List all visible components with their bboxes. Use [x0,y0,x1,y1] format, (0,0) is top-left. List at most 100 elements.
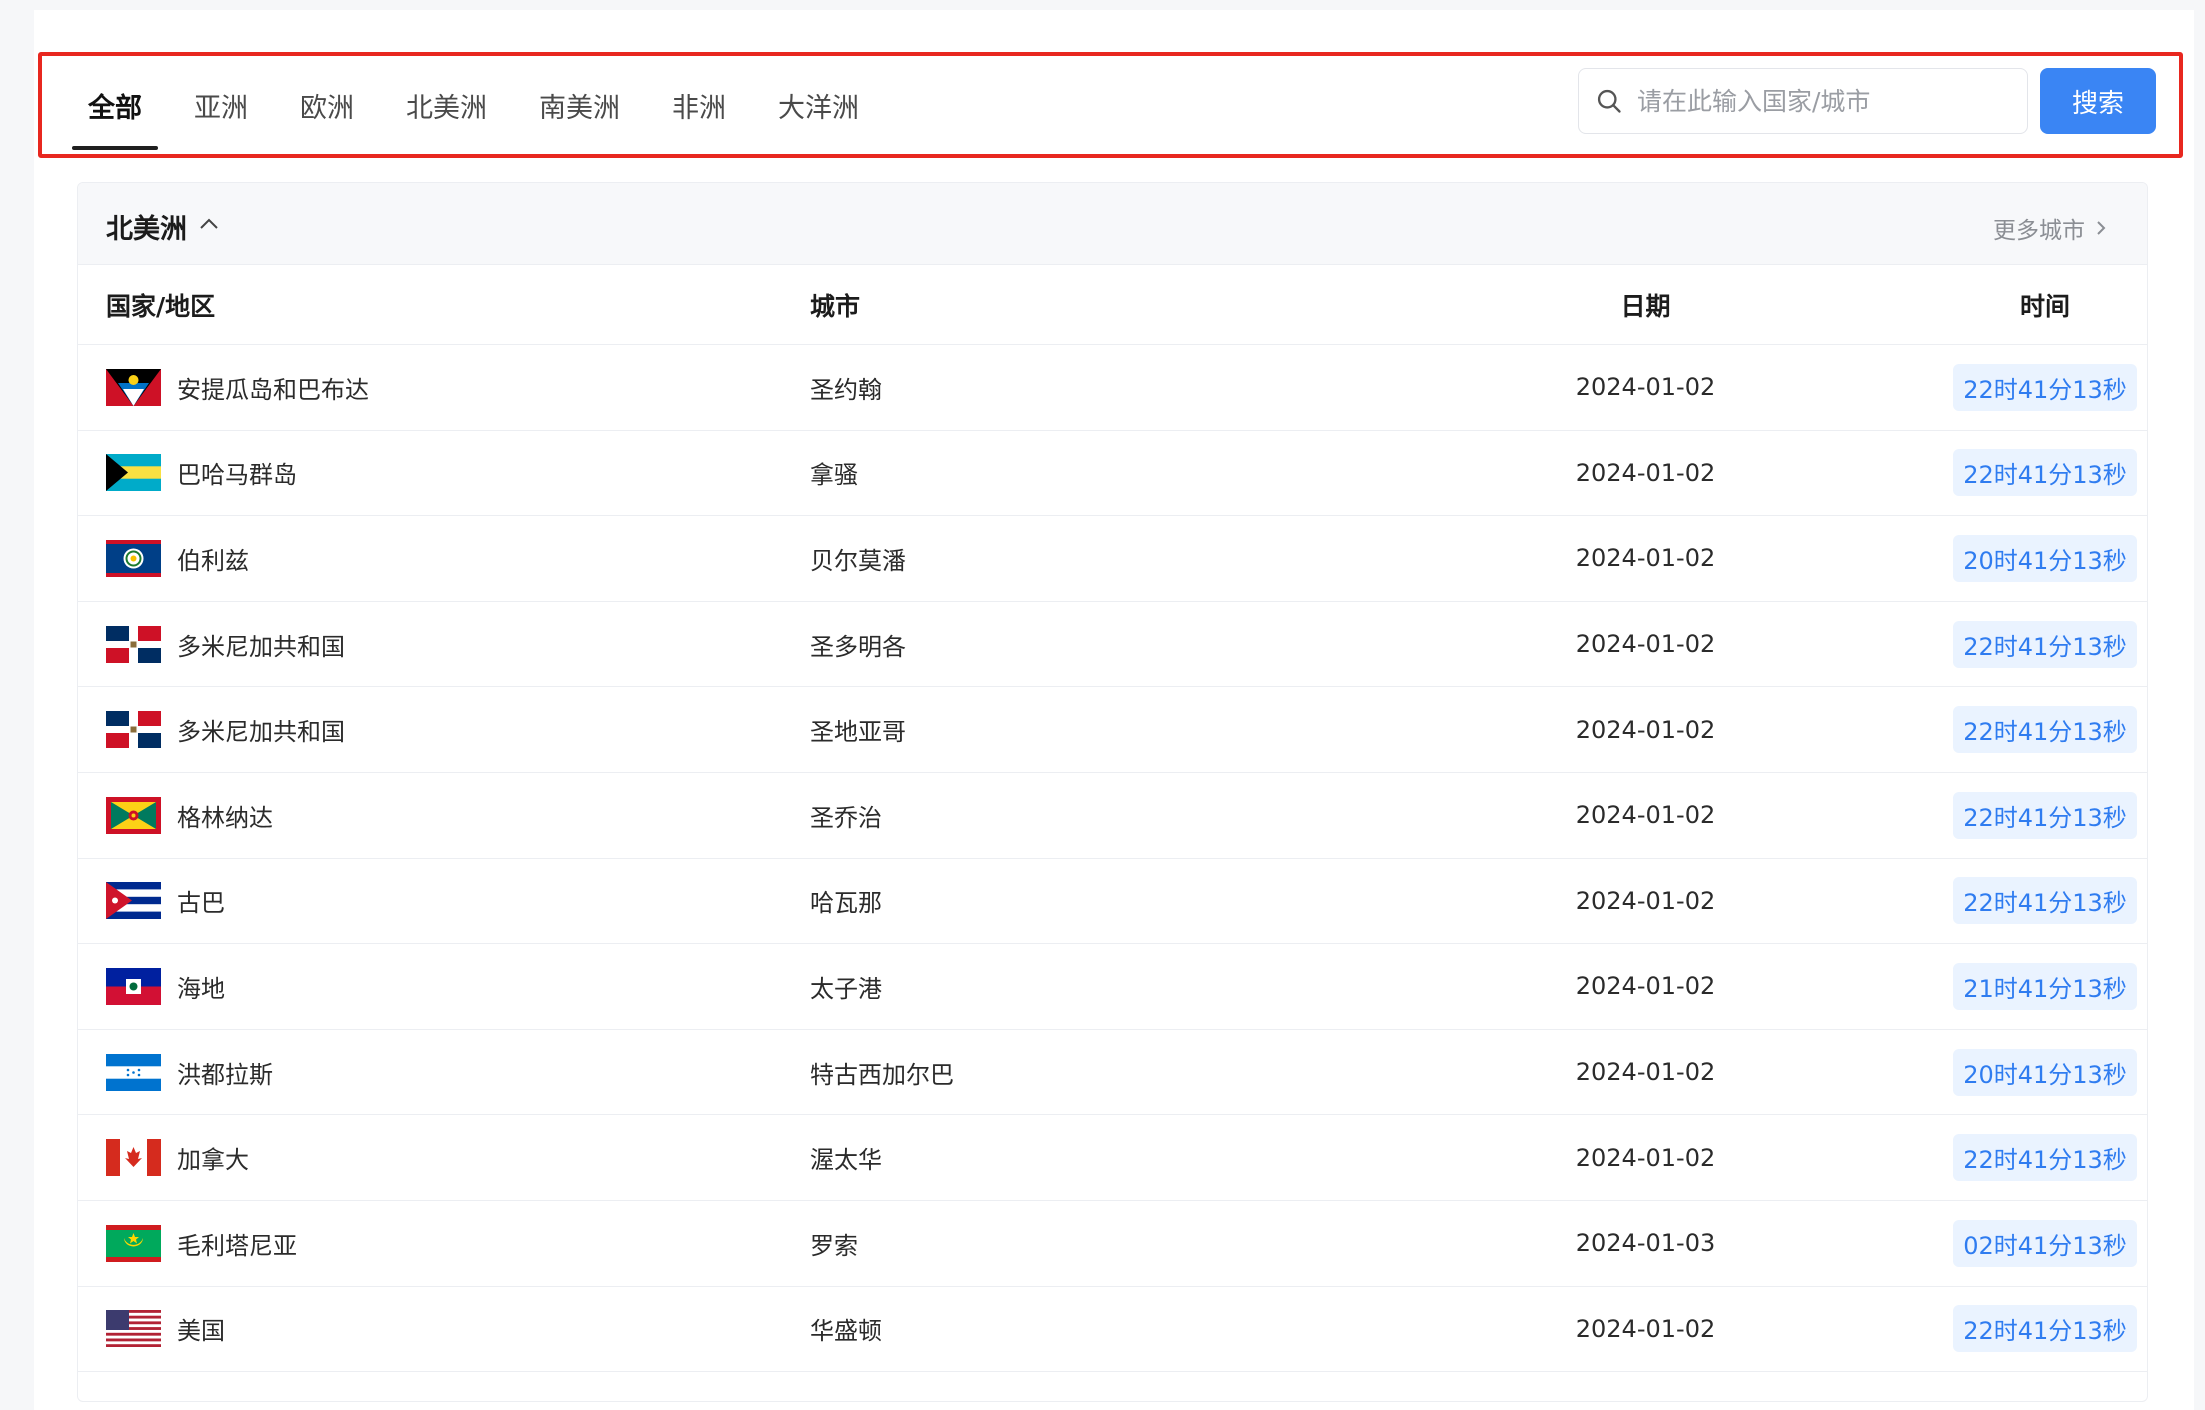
country-cell: 洪都拉斯 [106,1030,273,1115]
table-row[interactable]: 多米尼加共和国 圣多明各 2024-01-02 22时41分13秒 [78,602,2147,688]
tab-6[interactable]: 大洋洲 [778,56,859,154]
more-cities-link[interactable]: 更多城市 [1993,211,2109,245]
time-cell: 20时41分13秒 [1843,516,2147,601]
country-name: 美国 [177,1317,225,1346]
table-row[interactable]: 巴哈马群岛 拿骚 2024-01-02 22时41分13秒 [78,431,2147,517]
city-cell: 圣约翰 [810,375,882,404]
country-cell: 伯利兹 [106,516,249,601]
table-row[interactable]: 古巴 哈瓦那 2024-01-02 22时41分13秒 [78,859,2147,945]
flag-canada-icon [106,1139,161,1177]
time-cell: 22时41分13秒 [1843,1115,2147,1200]
country-name: 多米尼加共和国 [177,632,345,661]
time-cell: 22时41分13秒 [1843,345,2147,430]
header-country: 国家/地区 [106,291,216,321]
city-cell: 特古西加尔巴 [810,1060,954,1089]
tab-3[interactable]: 北美洲 [406,56,487,154]
flag-cuba-icon [106,882,161,920]
city-cell: 罗索 [810,1231,858,1260]
flag-belize-icon [106,539,161,577]
flag-grenada-icon [106,796,161,834]
tab-0[interactable]: 全部 [72,56,158,154]
date-cell: 2024-01-03 [1575,1229,1716,1258]
time-cell: 22时41分13秒 [1843,602,2147,687]
country-cell: 海地 [106,944,225,1029]
time-badge: 22时41分13秒 [1953,877,2137,925]
table-header: 国家/地区 城市 日期 时间 [78,265,2147,345]
tab-5[interactable]: 非洲 [672,56,726,154]
tab-1[interactable]: 亚洲 [194,56,248,154]
more-cities-label: 更多城市 [1993,218,2085,244]
time-cell: 20时41分13秒 [1843,1030,2147,1115]
city-cell: 圣乔治 [810,803,882,832]
country-cell: 安提瓜岛和巴布达 [106,345,369,430]
date-cell: 2024-01-02 [1575,458,1716,487]
chevron-up-icon[interactable] [198,215,220,231]
time-cell: 22时41分13秒 [1843,859,2147,944]
header-city: 城市 [810,291,861,321]
table-row[interactable]: 多米尼加共和国 圣地亚哥 2024-01-02 22时41分13秒 [78,687,2147,773]
flag-bahamas-icon [106,454,161,492]
time-badge: 22时41分13秒 [1953,791,2137,839]
country-cell: 巴哈马群岛 [106,431,297,516]
flag-dominican-icon [106,711,161,749]
table-row[interactable]: 毛利塔尼亚 罗索 2024-01-03 02时41分13秒 [78,1201,2147,1287]
country-cell: 美国 [106,1287,225,1372]
flag-dominican-icon [106,625,161,663]
region-card-header: 北美洲 更多城市 [78,183,2147,265]
search-box[interactable] [1578,68,2028,134]
country-name: 海地 [177,974,225,1003]
header-time: 时间 [2019,291,2070,321]
country-name: 巴哈马群岛 [177,461,297,490]
country-name: 多米尼加共和国 [177,718,345,747]
table-row[interactable]: 加拿大 渥太华 2024-01-02 22时41分13秒 [78,1115,2147,1201]
country-name: 格林纳达 [177,803,273,832]
table-body: 安提瓜岛和巴布达 圣约翰 2024-01-02 22时41分13秒 巴哈马群岛 拿骚 202… [78,345,2147,1373]
time-badge: 22时41分13秒 [1953,706,2137,754]
city-cell: 贝尔莫潘 [810,546,906,575]
search-icon [1597,89,1621,113]
time-cell: 22时41分13秒 [1843,1287,2147,1372]
header-date: 日期 [1620,291,1671,321]
city-cell: 太子港 [810,974,882,1003]
region-title: 北美洲 [106,214,187,245]
flag-mauritania-icon [106,1224,161,1262]
table-row[interactable]: 海地 太子港 2024-01-02 21时41分13秒 [78,944,2147,1030]
country-cell: 古巴 [106,859,225,944]
time-badge: 21时41分13秒 [1953,962,2137,1010]
table-row[interactable]: 美国 华盛顿 2024-01-02 22时41分13秒 [78,1287,2147,1373]
search-input[interactable] [1637,86,2017,116]
table-row[interactable]: 伯利兹 贝尔莫潘 2024-01-02 20时41分13秒 [78,516,2147,602]
flag-haiti-icon [106,967,161,1005]
country-cell: 格林纳达 [106,773,273,858]
country-name: 加拿大 [177,1146,249,1175]
date-cell: 2024-01-02 [1575,1143,1716,1172]
flag-honduras-icon [106,1053,161,1091]
chevron-right-icon [2097,221,2106,235]
tab-2[interactable]: 欧洲 [300,56,354,154]
date-cell: 2024-01-02 [1575,373,1716,402]
time-badge: 22时41分13秒 [1953,363,2137,411]
table-row[interactable]: 格林纳达 圣乔治 2024-01-02 22时41分13秒 [78,773,2147,859]
time-cell: 22时41分13秒 [1843,431,2147,516]
city-cell: 拿骚 [810,461,858,490]
date-cell: 2024-01-02 [1575,630,1716,659]
flag-antigua-icon [106,368,161,406]
date-cell: 2024-01-02 [1575,1314,1716,1343]
time-cell: 21时41分13秒 [1843,944,2147,1029]
time-badge: 20时41分13秒 [1953,534,2137,582]
country-name: 伯利兹 [177,546,249,575]
search-button[interactable]: 搜索 [2040,68,2156,134]
date-cell: 2024-01-02 [1575,715,1716,744]
tab-4[interactable]: 南美洲 [539,56,620,154]
time-cell: 22时41分13秒 [1843,773,2147,858]
country-name: 洪都拉斯 [177,1060,273,1089]
table-row[interactable]: 洪都拉斯 特古西加尔巴 2024-01-02 20时41分13秒 [78,1030,2147,1116]
date-cell: 2024-01-02 [1575,801,1716,830]
time-cell: 22时41分13秒 [1843,687,2147,772]
flag-usa-icon [106,1310,161,1348]
table-row[interactable]: 安提瓜岛和巴布达 圣约翰 2024-01-02 22时41分13秒 [78,345,2147,431]
date-cell: 2024-01-02 [1575,1058,1716,1087]
country-cell: 多米尼加共和国 [106,687,345,772]
time-cell: 02时41分13秒 [1843,1201,2147,1286]
city-cell: 圣地亚哥 [810,718,906,747]
